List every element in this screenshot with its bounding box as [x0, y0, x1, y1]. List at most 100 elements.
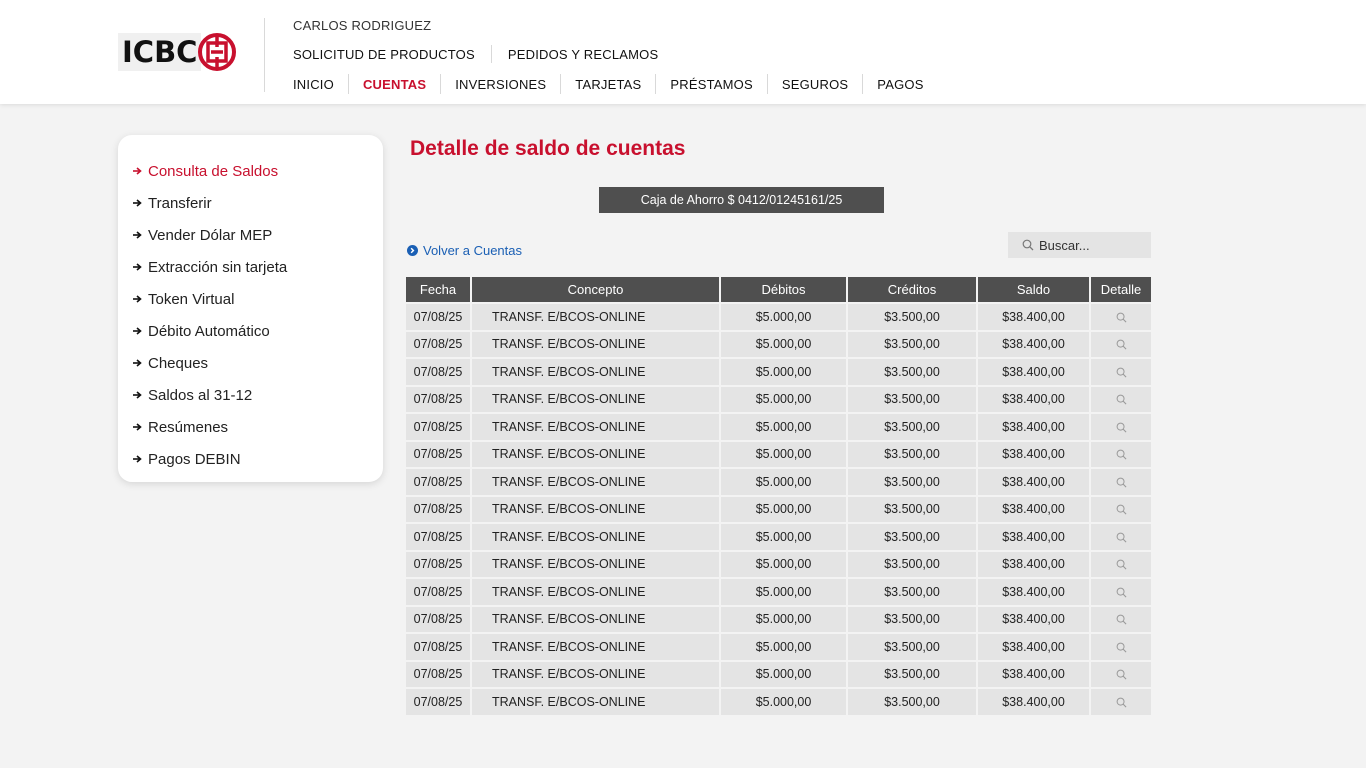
nav-separator [862, 74, 864, 94]
view-detail-icon[interactable] [1116, 587, 1127, 598]
view-detail-icon[interactable] [1116, 697, 1127, 708]
table-row: 07/08/25 TRANSF. E/BCOS-ONLINE $5.000,00 $3… [406, 359, 1151, 385]
view-detail-icon[interactable] [1116, 642, 1127, 653]
cell-detalle [1091, 386, 1151, 412]
cell-concepto: TRANSF. E/BCOS-ONLINE [472, 551, 719, 577]
sidebar-item-label: Consulta de Saldos [148, 162, 279, 180]
cell-concepto: TRANSF. E/BCOS-ONLINE [472, 304, 719, 330]
nav-separator [766, 74, 768, 94]
sidebar-item[interactable]: Token Virtual [118, 283, 383, 315]
cell-debitos: $5.000,00 [721, 304, 846, 330]
view-detail-icon[interactable] [1116, 532, 1127, 543]
cell-creditos: $3.500,00 [848, 469, 976, 495]
sidebar-item-label: Extracción sin tarjeta [148, 258, 288, 276]
back-to-accounts-link[interactable]: Volver a Cuentas [407, 243, 522, 258]
sidebar-item[interactable]: Débito Automático [118, 315, 383, 347]
cell-saldo: $38.400,00 [978, 606, 1089, 632]
cell-saldo: $38.400,00 [978, 441, 1089, 467]
cell-concepto: TRANSF. E/BCOS-ONLINE [472, 441, 719, 467]
cell-saldo: $38.400,00 [978, 386, 1089, 412]
cell-creditos: $3.500,00 [848, 579, 976, 605]
sidebar-item[interactable]: Resúmenes [118, 411, 383, 443]
view-detail-icon[interactable] [1116, 559, 1127, 570]
nav-cuentas[interactable]: CUENTAS [363, 77, 426, 92]
sidebar-item[interactable]: Extracción sin tarjeta [118, 251, 383, 283]
movements-table: Fecha Concepto Débitos Créditos Saldo De… [404, 275, 1153, 717]
cell-fecha: 07/08/25 [406, 414, 470, 440]
table-row: 07/08/25 TRANSF. E/BCOS-ONLINE $5.000,00 $3… [406, 551, 1151, 577]
cell-creditos: $3.500,00 [848, 496, 976, 522]
cell-creditos: $3.500,00 [848, 386, 976, 412]
cell-debitos: $5.000,00 [721, 441, 846, 467]
arrow-right-icon [133, 199, 142, 207]
col-concepto[interactable]: Concepto [472, 277, 719, 302]
header-divider [264, 18, 265, 92]
view-detail-icon[interactable] [1116, 614, 1127, 625]
col-saldo[interactable]: Saldo [978, 277, 1089, 302]
nav-seguros[interactable]: SEGUROS [782, 77, 848, 92]
user-name: CARLOS RODRIGUEZ [293, 18, 432, 33]
col-creditos[interactable]: Créditos [848, 277, 976, 302]
view-detail-icon[interactable] [1116, 422, 1127, 433]
view-detail-icon[interactable] [1116, 669, 1127, 680]
cell-debitos: $5.000,00 [721, 606, 846, 632]
sidebar-item[interactable]: Cheques [118, 347, 383, 379]
cell-detalle [1091, 634, 1151, 660]
cell-fecha: 07/08/25 [406, 524, 470, 550]
sidebar-item[interactable]: Consulta de Saldos [118, 155, 383, 187]
view-detail-icon[interactable] [1116, 449, 1127, 460]
cell-creditos: $3.500,00 [848, 441, 976, 467]
arrow-right-icon [133, 263, 142, 271]
view-detail-icon[interactable] [1116, 312, 1127, 323]
cell-fecha: 07/08/25 [406, 606, 470, 632]
view-detail-icon[interactable] [1116, 339, 1127, 350]
view-detail-icon[interactable] [1116, 367, 1127, 378]
cell-creditos: $3.500,00 [848, 606, 976, 632]
cell-concepto: TRANSF. E/BCOS-ONLINE [472, 331, 719, 357]
view-detail-icon[interactable] [1116, 504, 1127, 515]
cell-debitos: $5.000,00 [721, 386, 846, 412]
sidebar-item-label: Saldos al 31-12 [148, 386, 253, 404]
cell-fecha: 07/08/25 [406, 551, 470, 577]
sidebar-item[interactable]: Vender Dólar MEP [118, 219, 383, 251]
nav-prestamos[interactable]: PRÉSTAMOS [670, 77, 752, 92]
sidebar-item-label: Cheques [148, 354, 209, 372]
view-detail-icon[interactable] [1116, 394, 1127, 405]
nav-inicio[interactable]: INICIO [293, 77, 334, 92]
col-debitos[interactable]: Débitos [721, 277, 846, 302]
link-solicitud-productos[interactable]: SOLICITUD DE PRODUCTOS [293, 47, 475, 62]
sidebar-item[interactable]: Saldos al 31-12 [118, 379, 383, 411]
logo-text: ICBC [118, 33, 202, 71]
table-row: 07/08/25 TRANSF. E/BCOS-ONLINE $5.000,00 $3… [406, 496, 1151, 522]
nav-separator [655, 74, 657, 94]
cell-debitos: $5.000,00 [721, 469, 846, 495]
main-nav: INICIO CUENTAS INVERSIONES TARJETAS PRÉS… [293, 74, 924, 94]
cell-detalle [1091, 579, 1151, 605]
nav-pagos[interactable]: PAGOS [877, 77, 923, 92]
sidebar-item[interactable]: Transferir [118, 187, 383, 219]
cell-debitos: $5.000,00 [721, 579, 846, 605]
cell-fecha: 07/08/25 [406, 331, 470, 357]
cell-creditos: $3.500,00 [848, 414, 976, 440]
view-detail-icon[interactable] [1116, 477, 1127, 488]
cell-concepto: TRANSF. E/BCOS-ONLINE [472, 689, 719, 715]
sidebar-item[interactable]: Pagos DEBIN [118, 443, 383, 475]
col-fecha[interactable]: Fecha [406, 277, 470, 302]
nav-tarjetas[interactable]: TARJETAS [575, 77, 641, 92]
cell-detalle [1091, 496, 1151, 522]
sidebar-menu: Consulta de Saldos Transferir Vender Dólar… [118, 135, 383, 482]
search-input[interactable]: Buscar... [1008, 232, 1151, 258]
cell-concepto: TRANSF. E/BCOS-ONLINE [472, 414, 719, 440]
cell-concepto: TRANSF. E/BCOS-ONLINE [472, 661, 719, 687]
sidebar-item-label: Vender Dólar MEP [148, 226, 273, 244]
cell-concepto: TRANSF. E/BCOS-ONLINE [472, 579, 719, 605]
nav-separator [440, 74, 442, 94]
cell-saldo: $38.400,00 [978, 469, 1089, 495]
cell-fecha: 07/08/25 [406, 579, 470, 605]
cell-concepto: TRANSF. E/BCOS-ONLINE [472, 496, 719, 522]
account-label: Caja de Ahorro $ 0412/01245161/25 [599, 187, 884, 213]
icbc-logo[interactable]: ICBC [118, 32, 238, 72]
nav-inversiones[interactable]: INVERSIONES [455, 77, 546, 92]
link-pedidos-reclamos[interactable]: PEDIDOS Y RECLAMOS [508, 47, 659, 62]
cell-saldo: $38.400,00 [978, 331, 1089, 357]
